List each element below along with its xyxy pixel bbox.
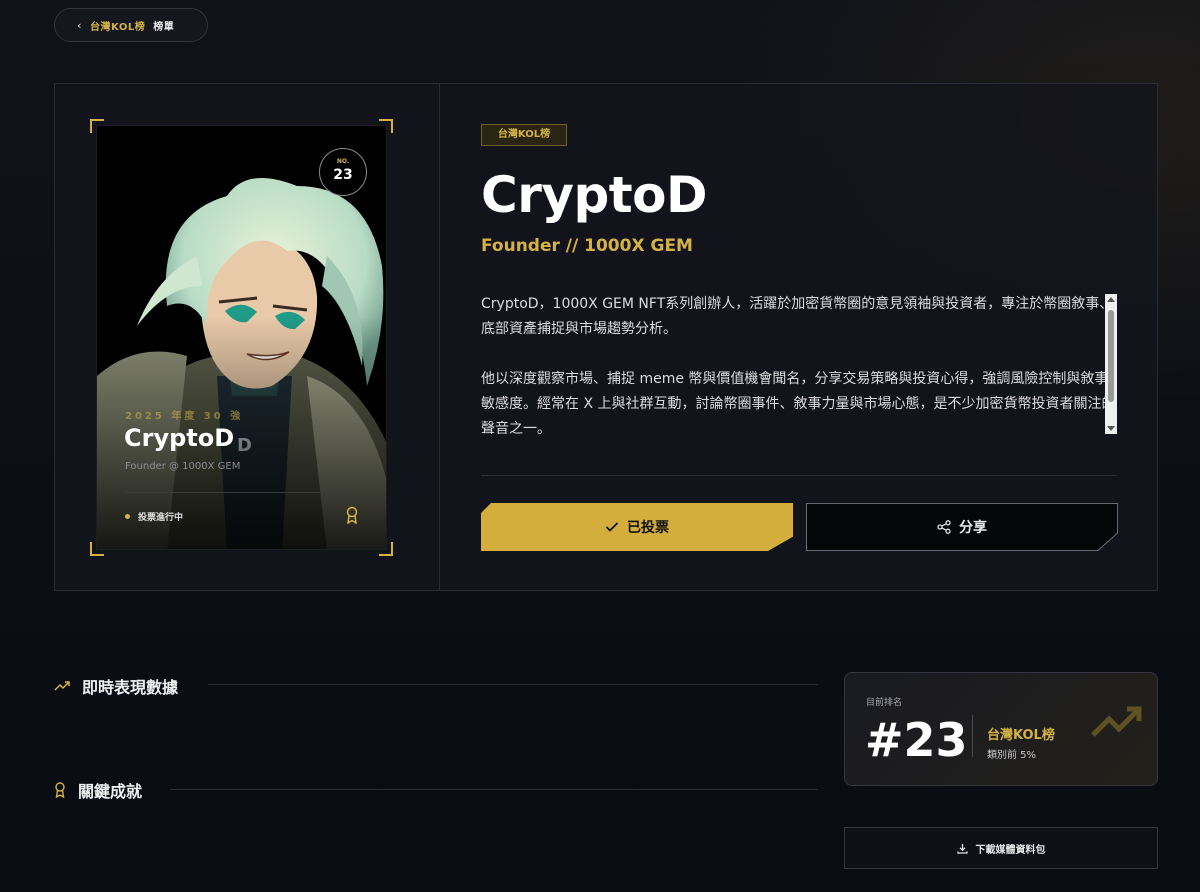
- profile-card-column: D: [55, 84, 440, 590]
- status-dot-icon: [125, 514, 130, 519]
- rank-category: 台灣KOL榜: [987, 728, 1055, 743]
- voting-status: 投票進行中: [125, 510, 183, 523]
- bio-paragraph: 他以深度觀察市場、捕捉 meme 幣與價值機會聞名，分享交易策略與投資心得，強調…: [481, 371, 1116, 434]
- voting-status-label: 投票進行中: [138, 513, 184, 523]
- trending-up-icon: [54, 681, 70, 691]
- card-year-label: 2025 年度 30 強: [125, 411, 244, 422]
- back-to-leaderboard-button[interactable]: ‹ 台灣KOL榜 榜單: [54, 8, 208, 42]
- performance-section-label: 即時表現數據: [82, 678, 179, 697]
- share-button[interactable]: 分享: [806, 503, 1118, 551]
- current-rank-label: 目前排名: [866, 698, 903, 708]
- check-icon: [605, 522, 619, 532]
- voted-button[interactable]: 已投票: [481, 503, 793, 551]
- rank-no-label: NO.: [336, 158, 350, 165]
- section-divider: [208, 684, 818, 685]
- card-kol-role: Founder @ 1000X GEM: [125, 461, 241, 472]
- kol-bio[interactable]: CryptoD，1000X GEM NFT系列創辦人，活躍於加密貨幣圈的意見領袖…: [481, 292, 1117, 434]
- rank-percentile: 類別前 5%: [987, 750, 1037, 761]
- kol-card[interactable]: D: [96, 125, 387, 550]
- kol-card-frame: D: [90, 119, 393, 556]
- current-rank-value: #23: [865, 713, 968, 767]
- trending-up-icon: [1091, 706, 1142, 737]
- scrollbar-thumb[interactable]: [1108, 310, 1114, 402]
- rank-number-badge: NO. 23: [319, 148, 367, 196]
- bio-scrollbar[interactable]: [1105, 294, 1117, 434]
- current-rank-card: 目前排名 #23 台灣KOL榜 類別前 5%: [844, 672, 1158, 786]
- performance-section-title: 即時表現數據: [54, 674, 178, 698]
- award-icon: [346, 506, 358, 524]
- download-icon: [956, 843, 968, 854]
- card-kol-name: CryptoD: [124, 424, 235, 452]
- rank-number: 23: [333, 167, 353, 183]
- profile-panel: D: [54, 83, 1158, 591]
- actions-divider: [481, 475, 1117, 476]
- section-divider: [170, 789, 818, 790]
- share-icon: [937, 520, 951, 534]
- rank-separator: [972, 715, 973, 757]
- card-divider: [125, 492, 362, 493]
- chevron-left-icon: ‹: [77, 18, 83, 32]
- share-button-label: 分享: [959, 520, 987, 536]
- category-tag: 台灣KOL榜: [481, 124, 567, 146]
- kol-role-subtitle: Founder // 1000X GEM: [481, 236, 693, 256]
- voted-button-label: 已投票: [627, 520, 669, 536]
- achievements-section-title: 關鍵成就: [54, 778, 142, 802]
- scroll-up-arrow-icon[interactable]: [1107, 297, 1115, 302]
- download-media-kit-button[interactable]: 下載媒體資料包: [844, 827, 1158, 869]
- back-label-category: 台灣KOL榜: [90, 21, 146, 33]
- scroll-down-arrow-icon[interactable]: [1107, 426, 1115, 431]
- bio-paragraph: CryptoD，1000X GEM NFT系列創辦人，活躍於加密貨幣圈的意見領袖…: [481, 296, 1114, 337]
- kol-name-heading: CryptoD: [481, 166, 708, 224]
- achievements-section-label: 關鍵成就: [78, 782, 143, 801]
- back-label-list: 榜單: [153, 21, 175, 33]
- award-icon: [55, 782, 65, 798]
- download-media-kit-label: 下載媒體資料包: [975, 844, 1046, 856]
